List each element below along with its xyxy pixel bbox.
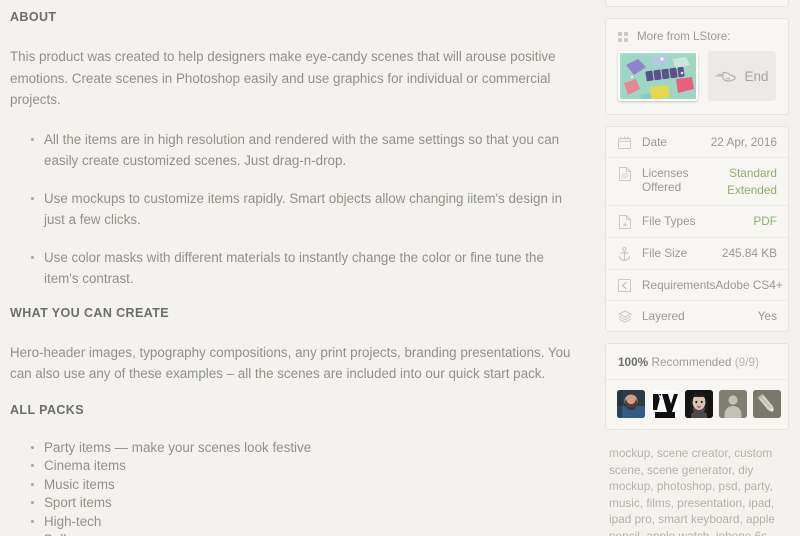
all-packs-list: Party items — make your scenes look fest…	[10, 439, 572, 536]
license-extended[interactable]: Extended	[727, 183, 777, 197]
about-feature-list: All the items are in high resolution and…	[10, 129, 572, 290]
list-item: Party items — make your scenes look fest…	[10, 439, 572, 457]
avatar-monogram-logo[interactable]	[651, 390, 679, 418]
about-heading: ABOUT	[10, 10, 57, 24]
list-item: Music items	[10, 476, 572, 494]
calendar-icon	[617, 136, 632, 149]
detail-value: Yes	[757, 309, 777, 323]
all-packs-heading: ALL PACKS	[10, 402, 84, 417]
end-button[interactable]: End	[708, 51, 776, 101]
cloth-mockup-artwork	[620, 53, 696, 99]
detail-label: File Types	[642, 214, 696, 228]
avatar-woman[interactable]	[685, 390, 713, 418]
detail-row-layered: Layered Yes	[606, 301, 788, 331]
detail-label: Date	[642, 135, 667, 149]
recommended-avatars	[606, 380, 788, 429]
detail-row-requirements: Requirements Adobe CS4+	[606, 270, 788, 301]
list-item: Balloons	[10, 531, 572, 536]
cloth-mockup-thumbnail[interactable]	[618, 51, 698, 101]
recommended-label: Recommended	[651, 355, 732, 369]
product-tags[interactable]: mockup, scene creator, custom scene, sce…	[605, 441, 789, 536]
detail-label: Layered	[642, 309, 685, 323]
main-content-column: ABOUT This product was created to help d…	[0, 0, 596, 536]
detail-label: Requirements	[642, 278, 716, 292]
list-item: Cinema items	[10, 457, 572, 475]
product-detail-page: ABOUT This product was created to help d…	[0, 0, 800, 536]
detail-label: Licenses Offered	[642, 166, 689, 194]
product-sidebar: More from LStore: End Date 22 Apr, 2016 …	[605, 0, 789, 536]
file-star-icon	[617, 215, 632, 229]
detail-value: Adobe CS4+	[715, 278, 783, 292]
pointing-hand-icon	[715, 71, 737, 82]
clipped-card-row	[606, 0, 788, 6]
about-intro-text: This product was created to help designe…	[10, 49, 556, 107]
document-icon	[617, 167, 632, 181]
product-details-card: Date 22 Apr, 2016 Licenses Offered Stand…	[605, 126, 789, 332]
recommended-fraction: (9/9)	[734, 355, 760, 369]
detail-value: Standard Extended	[727, 166, 777, 197]
license-standard[interactable]: Standard	[727, 166, 777, 180]
more-from-store-header: More from LStore:	[606, 19, 788, 51]
recommended-card: 100% Recommended (9/9)	[605, 343, 789, 430]
end-button-label: End	[744, 68, 769, 84]
list-item: High-tech	[10, 513, 572, 531]
detail-value: 22 Apr, 2016	[710, 135, 777, 149]
what-you-can-create-text: Hero-header images, typography compositi…	[10, 344, 571, 382]
clipped-card-above	[605, 0, 789, 7]
list-item: All the items are in high resolution and…	[10, 129, 572, 172]
detail-value: PDF	[753, 214, 777, 228]
avatar-placeholder-person[interactable]	[719, 390, 747, 418]
more-from-store-card: More from LStore: End	[605, 18, 789, 115]
list-item: Use mockups to customize items rapidly. …	[10, 188, 572, 231]
what-you-can-create-heading: WHAT YOU CAN CREATE	[10, 305, 169, 320]
more-from-store-body: End	[606, 51, 788, 114]
detail-row-licenses: Licenses Offered Standard Extended	[606, 158, 788, 206]
detail-row-file-types: File Types PDF	[606, 206, 788, 238]
anchor-icon	[617, 247, 632, 261]
code-bracket-icon	[617, 279, 632, 292]
avatar-pencil[interactable]	[753, 390, 781, 418]
more-from-store-title: More from LStore:	[637, 30, 731, 43]
layers-icon	[617, 310, 632, 323]
grid-icon	[618, 31, 628, 42]
avatar-bearded-man[interactable]	[617, 390, 645, 418]
detail-row-file-size: File Size 245.84 KB	[606, 238, 788, 270]
recommended-header: 100% Recommended (9/9)	[606, 344, 788, 380]
detail-value: 245.84 KB	[721, 246, 777, 260]
detail-row-date: Date 22 Apr, 2016	[606, 127, 788, 158]
list-item: Sport items	[10, 494, 572, 512]
recommended-percent: 100%	[618, 355, 649, 369]
list-item: Use color masks with different materials…	[10, 247, 572, 290]
detail-label: File Size	[642, 246, 688, 260]
